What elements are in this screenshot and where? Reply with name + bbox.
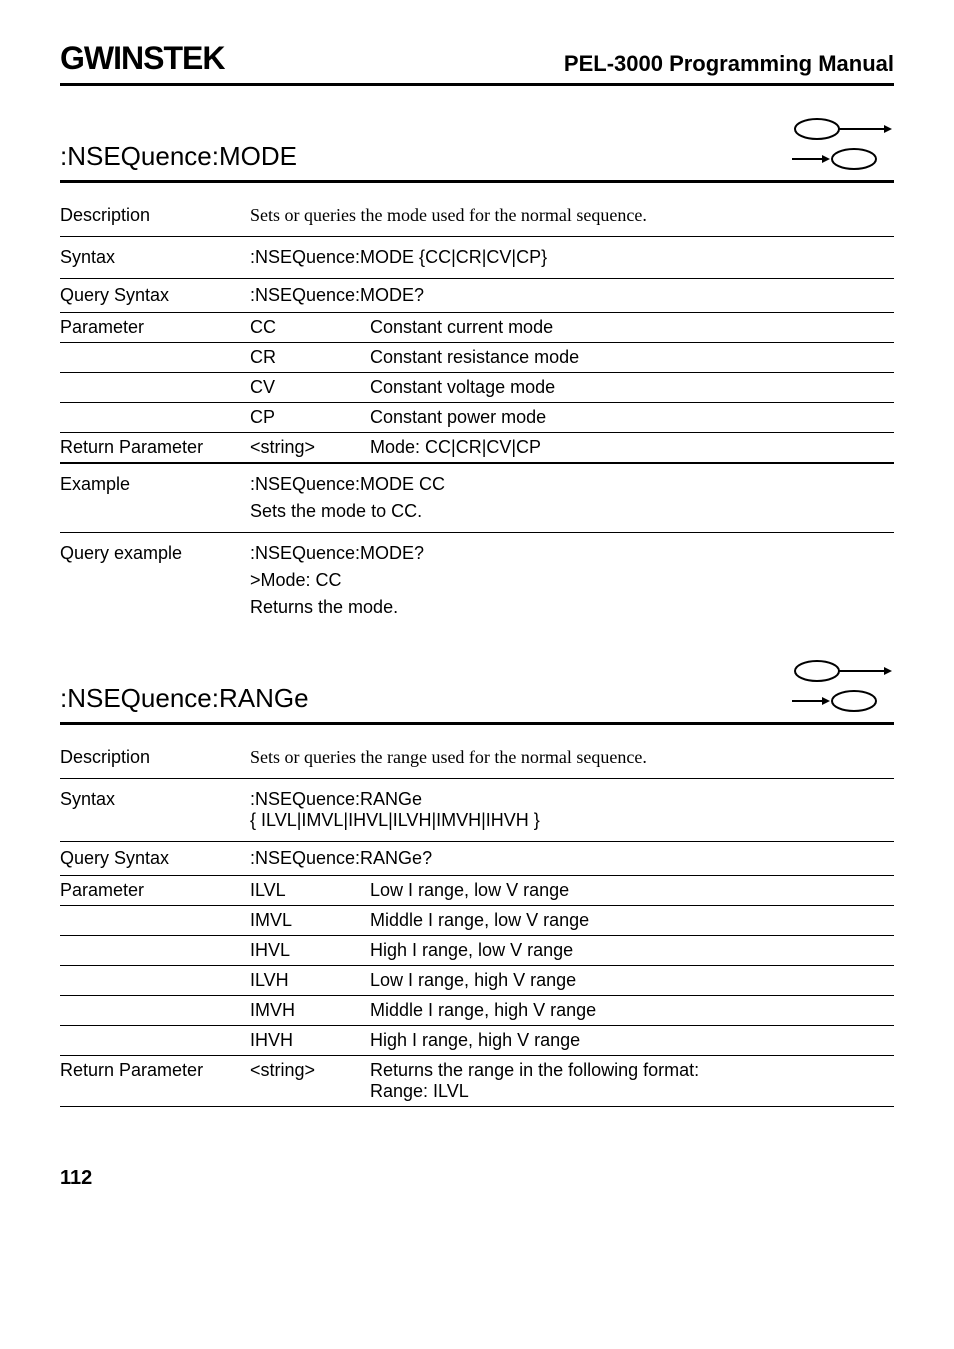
set-icon xyxy=(789,658,894,684)
query-syntax-label: Query Syntax xyxy=(60,848,250,869)
query-syntax-row: Query Syntax :NSEQuence:RANGe? xyxy=(60,842,894,875)
param-code: ILVH xyxy=(250,970,370,991)
query-syntax-text: :NSEQuence:MODE? xyxy=(250,285,894,306)
description-row: Description Sets or queries the mode use… xyxy=(60,195,894,237)
query-example-label: Query example xyxy=(60,543,250,618)
param-desc: Middle I range, high V range xyxy=(370,1000,894,1021)
param-desc: Low I range, low V range xyxy=(370,880,894,901)
param-row: Parameter CC Constant current mode xyxy=(60,312,894,343)
section-heading: :NSEQuence:MODE xyxy=(60,141,297,172)
command-type-icons xyxy=(789,658,894,714)
param-row: CR Constant resistance mode xyxy=(60,343,894,373)
example-label: Example xyxy=(60,474,250,522)
section-heading-row: :NSEQuence:MODE xyxy=(60,116,894,183)
query-icon xyxy=(789,688,894,714)
return-param-desc: Mode: CC|CR|CV|CP xyxy=(370,437,894,458)
param-code: CR xyxy=(250,347,370,368)
query-syntax-text: :NSEQuence:RANGe? xyxy=(250,848,894,869)
return-param-code: <string> xyxy=(250,1060,370,1102)
syntax-row: Syntax :NSEQuence:RANGe { ILVL|IMVL|IHVL… xyxy=(60,779,894,842)
query-icon xyxy=(789,146,894,172)
param-code: CP xyxy=(250,407,370,428)
parameter-table: Query Syntax :NSEQuence:RANGe? Parameter… xyxy=(60,842,894,1107)
example-row: Example :NSEQuence:MODE CC Sets the mode… xyxy=(60,464,894,533)
description-label: Description xyxy=(60,747,250,768)
param-code: IMVL xyxy=(250,910,370,931)
param-desc: Constant resistance mode xyxy=(370,347,894,368)
page-header: GWINSTEK PEL-3000 Programming Manual xyxy=(60,40,894,86)
param-row: CV Constant voltage mode xyxy=(60,373,894,403)
return-param-desc-line2: Range: ILVL xyxy=(370,1081,894,1102)
param-row: CP Constant power mode xyxy=(60,403,894,433)
query-example-row: Query example :NSEQuence:MODE? >Mode: CC… xyxy=(60,533,894,628)
param-row: IHVH High I range, high V range xyxy=(60,1026,894,1056)
syntax-row: Syntax :NSEQuence:MODE {CC|CR|CV|CP} xyxy=(60,237,894,279)
param-desc: Constant power mode xyxy=(370,407,894,428)
parameter-label: Parameter xyxy=(60,880,250,901)
section-heading-row: :NSEQuence:RANGe xyxy=(60,658,894,725)
syntax-label: Syntax xyxy=(60,247,250,268)
section-heading: :NSEQuence:RANGe xyxy=(60,683,309,714)
return-param-code: <string> xyxy=(250,437,370,458)
param-desc: Constant voltage mode xyxy=(370,377,894,398)
param-row: IHVL High I range, low V range xyxy=(60,936,894,966)
param-desc: High I range, high V range xyxy=(370,1030,894,1051)
return-param-label: Return Parameter xyxy=(60,437,250,458)
return-param-row: Return Parameter <string> Mode: CC|CR|CV… xyxy=(60,433,894,464)
example-description: Sets the mode to CC. xyxy=(250,501,894,522)
param-code: ILVL xyxy=(250,880,370,901)
description-label: Description xyxy=(60,205,250,226)
param-code: IMVH xyxy=(250,1000,370,1021)
return-param-desc-line1: Returns the range in the following forma… xyxy=(370,1060,894,1081)
param-desc: Constant current mode xyxy=(370,317,894,338)
example-command: :NSEQuence:MODE CC xyxy=(250,474,894,495)
param-desc: Middle I range, low V range xyxy=(370,910,894,931)
parameter-label: Parameter xyxy=(60,317,250,338)
parameter-table: Query Syntax :NSEQuence:MODE? Parameter … xyxy=(60,279,894,464)
set-icon xyxy=(789,116,894,142)
command-type-icons xyxy=(789,116,894,172)
param-code: CC xyxy=(250,317,370,338)
syntax-text: :NSEQuence:MODE {CC|CR|CV|CP} xyxy=(250,247,894,268)
return-param-label: Return Parameter xyxy=(60,1060,250,1102)
return-param-row: Return Parameter <string> Returns the ra… xyxy=(60,1056,894,1107)
param-code: IHVH xyxy=(250,1030,370,1051)
param-code: CV xyxy=(250,377,370,398)
param-row: IMVL Middle I range, low V range xyxy=(60,906,894,936)
syntax-text-line2: { ILVL|IMVL|IHVL|ILVH|IMVH|IHVH } xyxy=(250,810,894,831)
param-desc: High I range, low V range xyxy=(370,940,894,961)
query-example-command: :NSEQuence:MODE? xyxy=(250,543,894,564)
manual-title: PEL-3000 Programming Manual xyxy=(564,51,894,77)
query-syntax-label: Query Syntax xyxy=(60,285,250,306)
syntax-label: Syntax xyxy=(60,789,250,831)
param-desc: Low I range, high V range xyxy=(370,970,894,991)
description-row: Description Sets or queries the range us… xyxy=(60,737,894,779)
syntax-text-line1: :NSEQuence:RANGe xyxy=(250,789,894,810)
param-row: ILVH Low I range, high V range xyxy=(60,966,894,996)
description-text: Sets or queries the mode used for the no… xyxy=(250,205,894,226)
query-syntax-row: Query Syntax :NSEQuence:MODE? xyxy=(60,279,894,312)
param-row: Parameter ILVL Low I range, low V range xyxy=(60,875,894,906)
param-row: IMVH Middle I range, high V range xyxy=(60,996,894,1026)
logo: GWINSTEK xyxy=(60,40,224,77)
query-example-description: Returns the mode. xyxy=(250,597,894,618)
param-code: IHVL xyxy=(250,940,370,961)
description-text: Sets or queries the range used for the n… xyxy=(250,747,894,768)
page-number: 112 xyxy=(60,1167,894,1190)
query-example-response: >Mode: CC xyxy=(250,570,894,591)
